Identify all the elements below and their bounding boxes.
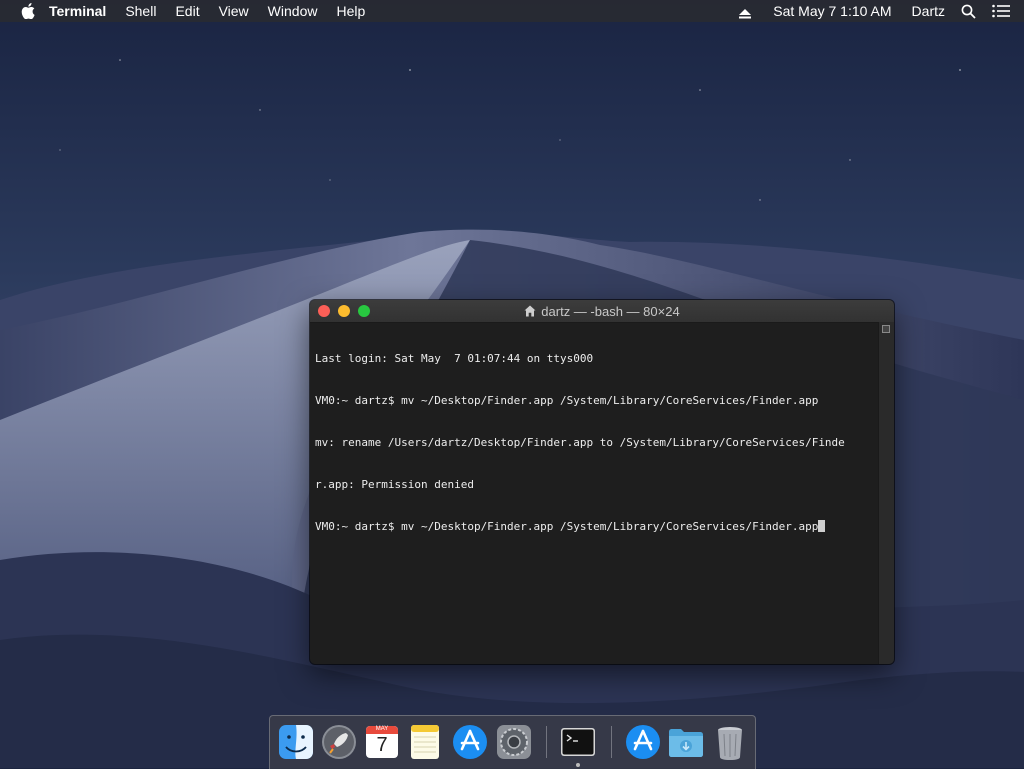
window-title-text: dartz — -bash — 80×24 xyxy=(541,303,680,319)
menu-bar: Terminal Shell Edit View Window Help Sat… xyxy=(0,0,1024,22)
terminal-prompt-line: VM0:~ dartz$ mv ~/Desktop/Finder.app /Sy… xyxy=(315,520,877,534)
terminal-title-bar[interactable]: dartz — -bash — 80×24 xyxy=(310,300,894,323)
dock-separator xyxy=(546,726,547,758)
menu-edit[interactable]: Edit xyxy=(175,3,199,19)
menubar-user[interactable]: Dartz xyxy=(912,3,945,19)
menu-shell[interactable]: Shell xyxy=(125,3,156,19)
text-cursor xyxy=(818,520,826,532)
app-store-icon[interactable] xyxy=(450,722,490,762)
terminal-running-indicator xyxy=(576,763,580,767)
menu-view[interactable]: View xyxy=(219,3,249,19)
app-store-downloads-icon[interactable] xyxy=(623,722,663,762)
downloads-folder-icon[interactable] xyxy=(666,722,706,762)
window-title: dartz — -bash — 80×24 xyxy=(310,300,894,322)
menubar-clock[interactable]: Sat May 7 1:10 AM xyxy=(773,3,891,19)
notification-center-icon[interactable] xyxy=(992,4,1010,18)
terminal-current-command: VM0:~ dartz$ mv ~/Desktop/Finder.app /Sy… xyxy=(315,520,819,533)
menu-app-terminal[interactable]: Terminal xyxy=(49,3,106,19)
dock: MAY 7 xyxy=(269,715,756,769)
calendar-month: MAY xyxy=(375,726,389,732)
trash-icon[interactable] xyxy=(710,722,750,762)
home-folder-icon xyxy=(524,305,536,317)
notes-icon[interactable] xyxy=(405,722,445,762)
spotlight-search-icon[interactable] xyxy=(961,4,976,19)
system-preferences-icon[interactable] xyxy=(494,722,534,762)
finder-icon[interactable] xyxy=(276,722,316,762)
calendar-day: 7 xyxy=(376,734,388,756)
dock-separator xyxy=(611,726,612,758)
launchpad-icon[interactable] xyxy=(319,722,359,762)
terminal-window: dartz — -bash — 80×24 Last login: Sat Ma… xyxy=(310,300,894,664)
menu-help[interactable]: Help xyxy=(336,3,365,19)
terminal-icon[interactable] xyxy=(558,722,598,762)
scroll-marker-icon[interactable] xyxy=(882,325,890,333)
terminal-text-area[interactable]: Last login: Sat May 7 01:07:44 on ttys00… xyxy=(315,324,877,664)
menu-window[interactable]: Window xyxy=(268,3,318,19)
terminal-line: mv: rename /Users/dartz/Desktop/Finder.a… xyxy=(315,436,845,449)
terminal-line: r.app: Permission denied xyxy=(315,478,474,491)
apple-menu-icon[interactable] xyxy=(21,3,35,19)
terminal-line: Last login: Sat May 7 01:07:44 on ttys00… xyxy=(315,352,594,365)
calendar-icon[interactable]: MAY 7 xyxy=(362,722,402,762)
terminal-scrollbar[interactable] xyxy=(878,322,894,664)
terminal-line: VM0:~ dartz$ mv ~/Desktop/Finder.app /Sy… xyxy=(315,394,819,407)
eject-icon[interactable] xyxy=(739,6,752,19)
